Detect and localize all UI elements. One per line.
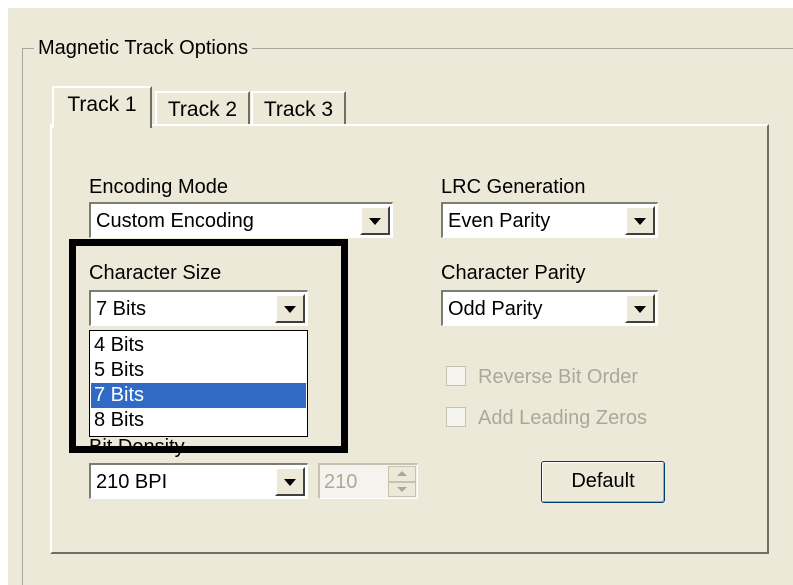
tab-label: Track 2 <box>167 98 238 121</box>
bit-density-select[interactable]: 210 BPI <box>89 463 308 499</box>
chevron-down-icon <box>284 478 296 486</box>
tab-track-1[interactable]: Track 1 <box>52 86 152 128</box>
bit-density-spinner[interactable]: 210 <box>318 463 418 499</box>
highlight-box <box>69 239 348 453</box>
arrow-up-icon <box>397 470 407 476</box>
spin-down-button[interactable] <box>388 481 416 497</box>
add-leading-zeros-checkbox[interactable] <box>446 407 466 427</box>
chevron-down-icon <box>634 217 646 225</box>
tab-label: Track 3 <box>263 98 334 121</box>
character-parity-select[interactable]: Odd Parity <box>441 290 658 326</box>
spin-up-button[interactable] <box>388 466 416 482</box>
character-parity-value: Odd Parity <box>448 298 543 320</box>
dropdown-button[interactable] <box>625 294 655 323</box>
chevron-down-icon <box>369 217 381 225</box>
lrc-generation-select[interactable]: Even Parity <box>441 202 658 238</box>
encoding-mode-label: Encoding Mode <box>89 176 228 198</box>
tab-label: Track 1 <box>67 93 137 116</box>
lrc-generation-value: Even Parity <box>448 210 551 232</box>
spinner-value: 210 <box>324 471 358 493</box>
bit-density-value: 210 BPI <box>96 471 168 493</box>
dropdown-button[interactable] <box>275 467 305 496</box>
add-leading-zeros-label: Add Leading Zeros <box>478 407 648 429</box>
character-parity-label: Character Parity <box>441 262 586 284</box>
arrow-down-icon <box>397 487 407 493</box>
tab-track-2[interactable]: Track 2 <box>155 91 250 125</box>
lrc-generation-label: LRC Generation <box>441 176 586 198</box>
reverse-bit-order-checkbox[interactable] <box>446 366 466 386</box>
dropdown-button[interactable] <box>625 206 655 235</box>
encoding-mode-value: Custom Encoding <box>96 210 254 232</box>
dropdown-button[interactable] <box>360 206 390 235</box>
encoding-mode-select[interactable]: Custom Encoding <box>89 202 393 238</box>
default-button[interactable]: Default <box>541 461 665 503</box>
group-title: Magnetic Track Options <box>34 37 253 59</box>
chevron-down-icon <box>634 305 646 313</box>
reverse-bit-order-label: Reverse Bit Order <box>478 366 639 388</box>
tab-track-3[interactable]: Track 3 <box>251 91 346 125</box>
